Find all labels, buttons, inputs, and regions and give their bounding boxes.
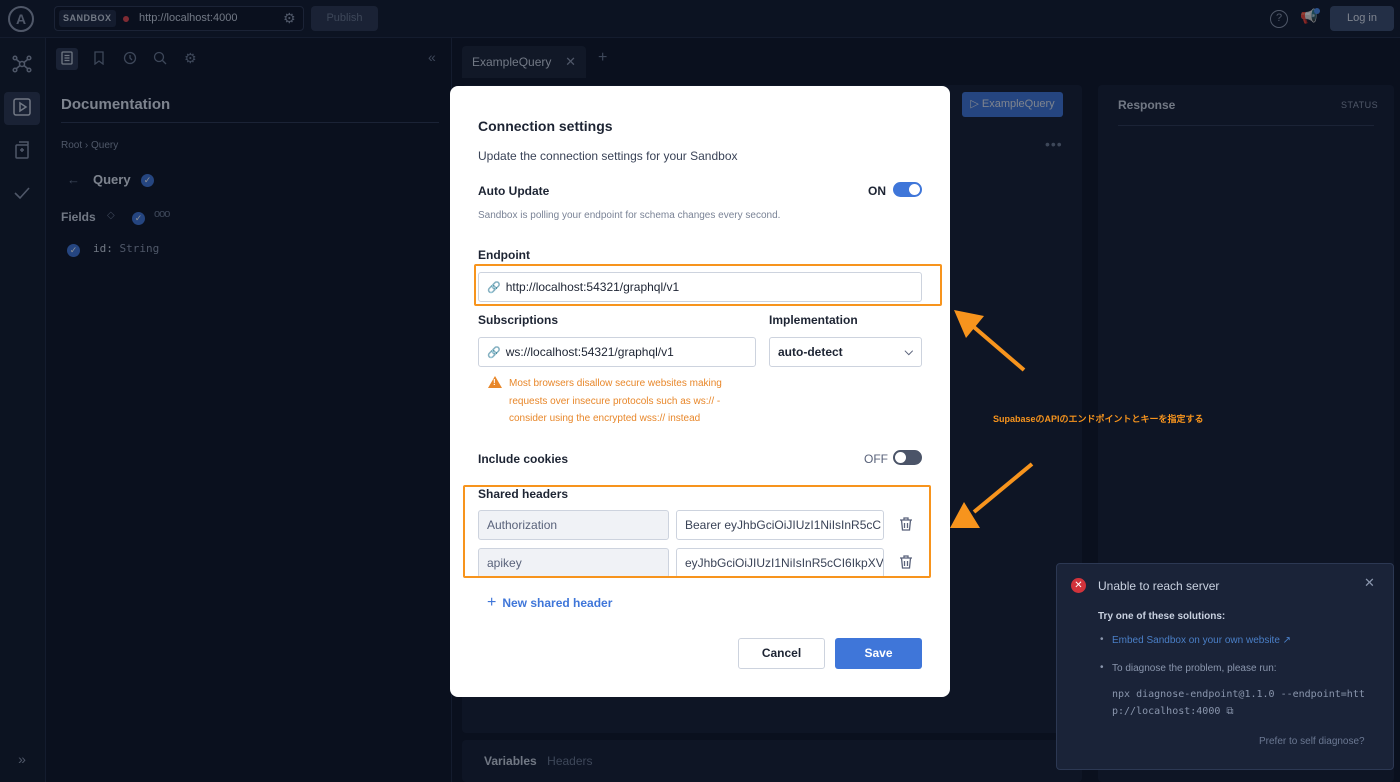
- cancel-button[interactable]: Cancel: [738, 638, 825, 669]
- subscriptions-value: ws://localhost:54321/graphql/v1: [505, 345, 674, 359]
- implementation-label: Implementation: [769, 313, 858, 327]
- toggle-knob: [895, 452, 906, 463]
- include-cookies-state: OFF: [864, 452, 888, 466]
- self-diagnose-link[interactable]: Prefer to self diagnose?: [1259, 736, 1365, 747]
- bullet: •: [1100, 662, 1104, 673]
- diagnose-command[interactable]: npx diagnose-endpoint@1.1.0 --endpoint=h…: [1112, 686, 1372, 720]
- copy-icon[interactable]: ⧉: [1226, 706, 1233, 717]
- plus-icon: +: [487, 594, 497, 611]
- auto-update-label: Auto Update: [478, 184, 550, 198]
- embed-link-text[interactable]: Embed Sandbox on your own website: [1112, 635, 1280, 646]
- external-link-icon: ↗: [1282, 635, 1292, 646]
- endpoint-label: Endpoint: [478, 248, 530, 262]
- subscriptions-input[interactable]: 🔗 ws://localhost:54321/graphql/v1: [478, 337, 756, 367]
- bullet: •: [1100, 634, 1104, 645]
- implementation-select[interactable]: auto-detect ⌵: [769, 337, 922, 367]
- embed-sandbox-link[interactable]: Embed Sandbox on your own website ↗: [1112, 635, 1291, 646]
- include-cookies-label: Include cookies: [478, 452, 569, 466]
- command-text[interactable]: npx diagnose-endpoint@1.1.0 --endpoint=h…: [1112, 689, 1365, 717]
- insecure-protocol-warning: Most browsers disallow secure websites m…: [509, 378, 722, 424]
- include-cookies-toggle[interactable]: [893, 450, 922, 465]
- auto-update-toggle[interactable]: [893, 182, 922, 197]
- toggle-knob: [909, 184, 920, 195]
- auto-update-state: ON: [868, 184, 886, 198]
- warning-mark: !: [493, 378, 496, 387]
- subscriptions-label: Subscriptions: [478, 313, 559, 327]
- auto-update-hint: Sandbox is polling your endpoint for sch…: [478, 210, 781, 221]
- endpoint-highlight-box: [474, 264, 942, 306]
- save-button[interactable]: Save: [835, 638, 922, 669]
- toast-title: Unable to reach server: [1098, 579, 1220, 593]
- error-icon: ✕: [1071, 578, 1086, 593]
- annotation-text: SupabaseのAPIのエンドポイントとキーを指定する: [993, 414, 1204, 424]
- diagnose-text: To diagnose the problem, please run:: [1112, 663, 1277, 674]
- close-toast-icon[interactable]: ✕: [1364, 575, 1375, 591]
- toast-subtitle: Try one of these solutions:: [1098, 611, 1226, 622]
- new-shared-header-button[interactable]: + New shared header: [487, 594, 612, 612]
- implementation-value: auto-detect: [778, 345, 843, 359]
- modal-subtitle: Update the connection settings for your …: [478, 149, 738, 163]
- headers-highlight-box: [463, 485, 931, 578]
- chevron-down-icon: ⌵: [904, 346, 913, 358]
- new-header-label: New shared header: [502, 596, 613, 610]
- link-icon: 🔗: [487, 347, 501, 359]
- modal-title: Connection settings: [478, 118, 613, 134]
